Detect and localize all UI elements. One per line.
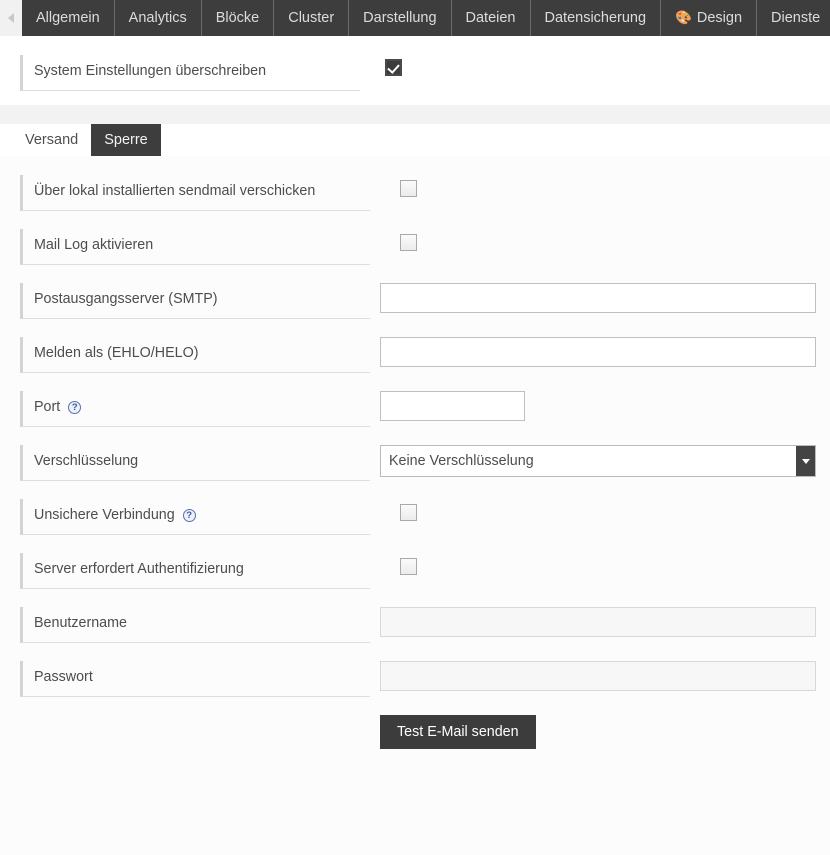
row-smtp: Postausgangsserver (SMTP) — [0, 283, 830, 319]
subtab-label: Versand — [25, 132, 79, 148]
tab-label: Darstellung — [363, 10, 437, 26]
test-email-row: Test E-Mail senden — [0, 715, 830, 749]
override-checkbox[interactable] — [385, 59, 402, 76]
palette-icon: 🎨 — [675, 10, 692, 26]
main-tab-list: Allgemein Analytics Blöcke Cluster Darst… — [22, 0, 830, 36]
auth-checkbox[interactable] — [400, 558, 417, 575]
encryption-label-text: Verschlüsselung — [34, 453, 139, 469]
maillog-label: Mail Log aktivieren — [20, 229, 370, 265]
row-encryption: Verschlüsselung Keine Verschlüsselung — [0, 445, 830, 481]
row-sendmail: Über lokal installierten sendmail versch… — [0, 175, 830, 211]
port-label: Port ? — [20, 391, 370, 427]
sendmail-label: Über lokal installierten sendmail versch… — [20, 175, 370, 211]
row-maillog: Mail Log aktivieren — [0, 229, 830, 265]
help-icon[interactable]: ? — [182, 509, 196, 522]
password-input[interactable] — [380, 661, 816, 691]
tab-design[interactable]: 🎨 Design — [661, 0, 758, 36]
tab-bloecke[interactable]: Blöcke — [201, 0, 275, 36]
maillog-checkbox[interactable] — [400, 234, 417, 251]
tab-label: Blöcke — [215, 10, 260, 26]
tab-label: Design — [696, 10, 743, 26]
tab-analytics[interactable]: Analytics — [114, 0, 202, 36]
ehlo-input[interactable] — [380, 337, 816, 367]
username-input[interactable] — [380, 607, 816, 637]
tab-cluster[interactable]: Cluster — [274, 0, 350, 36]
tab-label: Analytics — [128, 10, 187, 26]
row-auth: Server erfordert Authentifizierung — [0, 553, 830, 589]
smtp-label: Postausgangsserver (SMTP) — [20, 283, 370, 319]
email-settings-form: Über lokal installierten sendmail versch… — [0, 156, 830, 855]
tab-label: Cluster — [288, 10, 335, 26]
password-label: Passwort — [20, 661, 370, 697]
sendmail-checkbox[interactable] — [400, 180, 417, 197]
tab-label: Dienste — [771, 10, 821, 26]
override-section: System Einstellungen überschreiben — [0, 36, 830, 105]
tab-label: Dateien — [465, 10, 516, 26]
tab-label: Allgemein — [36, 10, 100, 26]
encryption-dropdown-button[interactable] — [796, 446, 815, 476]
chevron-down-icon — [801, 458, 810, 464]
port-label-text: Port — [34, 399, 61, 415]
tab-allgemein[interactable]: Allgemein — [22, 0, 115, 36]
tab-dateien[interactable]: Dateien — [451, 0, 531, 36]
smtp-input[interactable] — [380, 283, 816, 313]
subtab-label: Sperre — [104, 132, 148, 148]
row-insecure: Unsichere Verbindung ? — [0, 499, 830, 535]
tab-scroll-left-button[interactable] — [0, 0, 22, 36]
override-row: System Einstellungen überschreiben — [0, 55, 830, 91]
insecure-label: Unsichere Verbindung ? — [20, 499, 370, 535]
ehlo-label: Melden als (EHLO/HELO) — [20, 337, 370, 373]
tab-datensicherung[interactable]: Datensicherung — [530, 0, 662, 36]
row-ehlo: Melden als (EHLO/HELO) — [0, 337, 830, 373]
insecure-checkbox[interactable] — [400, 504, 417, 521]
sendmail-label-text: Über lokal installierten sendmail versch… — [34, 183, 316, 199]
help-icon[interactable]: ? — [68, 401, 82, 414]
ehlo-label-text: Melden als (EHLO/HELO) — [34, 345, 199, 361]
tab-darstellung[interactable]: Darstellung — [349, 0, 452, 36]
override-label-text: System Einstellungen überschreiben — [34, 63, 267, 79]
encryption-select[interactable]: Keine Verschlüsselung — [380, 445, 816, 477]
chevron-left-icon — [8, 13, 14, 23]
auth-label-text: Server erfordert Authentifizierung — [34, 561, 244, 577]
username-label-text: Benutzername — [34, 615, 127, 631]
tab-dienste[interactable]: Dienste — [757, 0, 830, 36]
main-tab-bar: Allgemein Analytics Blöcke Cluster Darst… — [0, 0, 830, 36]
password-label-text: Passwort — [34, 669, 93, 685]
row-password: Passwort — [0, 661, 830, 697]
encryption-label: Verschlüsselung — [20, 445, 370, 481]
smtp-label-text: Postausgangsserver (SMTP) — [34, 291, 218, 307]
subtab-versand[interactable]: Versand — [12, 124, 92, 156]
override-label: System Einstellungen überschreiben — [20, 55, 360, 91]
port-input[interactable] — [380, 391, 525, 421]
subtab-sperre[interactable]: Sperre — [91, 124, 161, 156]
insecure-label-text: Unsichere Verbindung — [34, 507, 175, 523]
row-port: Port ? — [0, 391, 830, 427]
maillog-label-text: Mail Log aktivieren — [34, 237, 154, 253]
auth-label: Server erfordert Authentifizierung — [20, 553, 370, 589]
row-username: Benutzername — [0, 607, 830, 643]
tab-label: Datensicherung — [544, 10, 647, 26]
subtab-band — [0, 105, 830, 124]
username-label: Benutzername — [20, 607, 370, 643]
encryption-selected-value: Keine Verschlüsselung — [389, 453, 534, 469]
subtab-list: Versand Sperre — [0, 124, 830, 156]
send-test-email-button[interactable]: Test E-Mail senden — [380, 715, 536, 749]
